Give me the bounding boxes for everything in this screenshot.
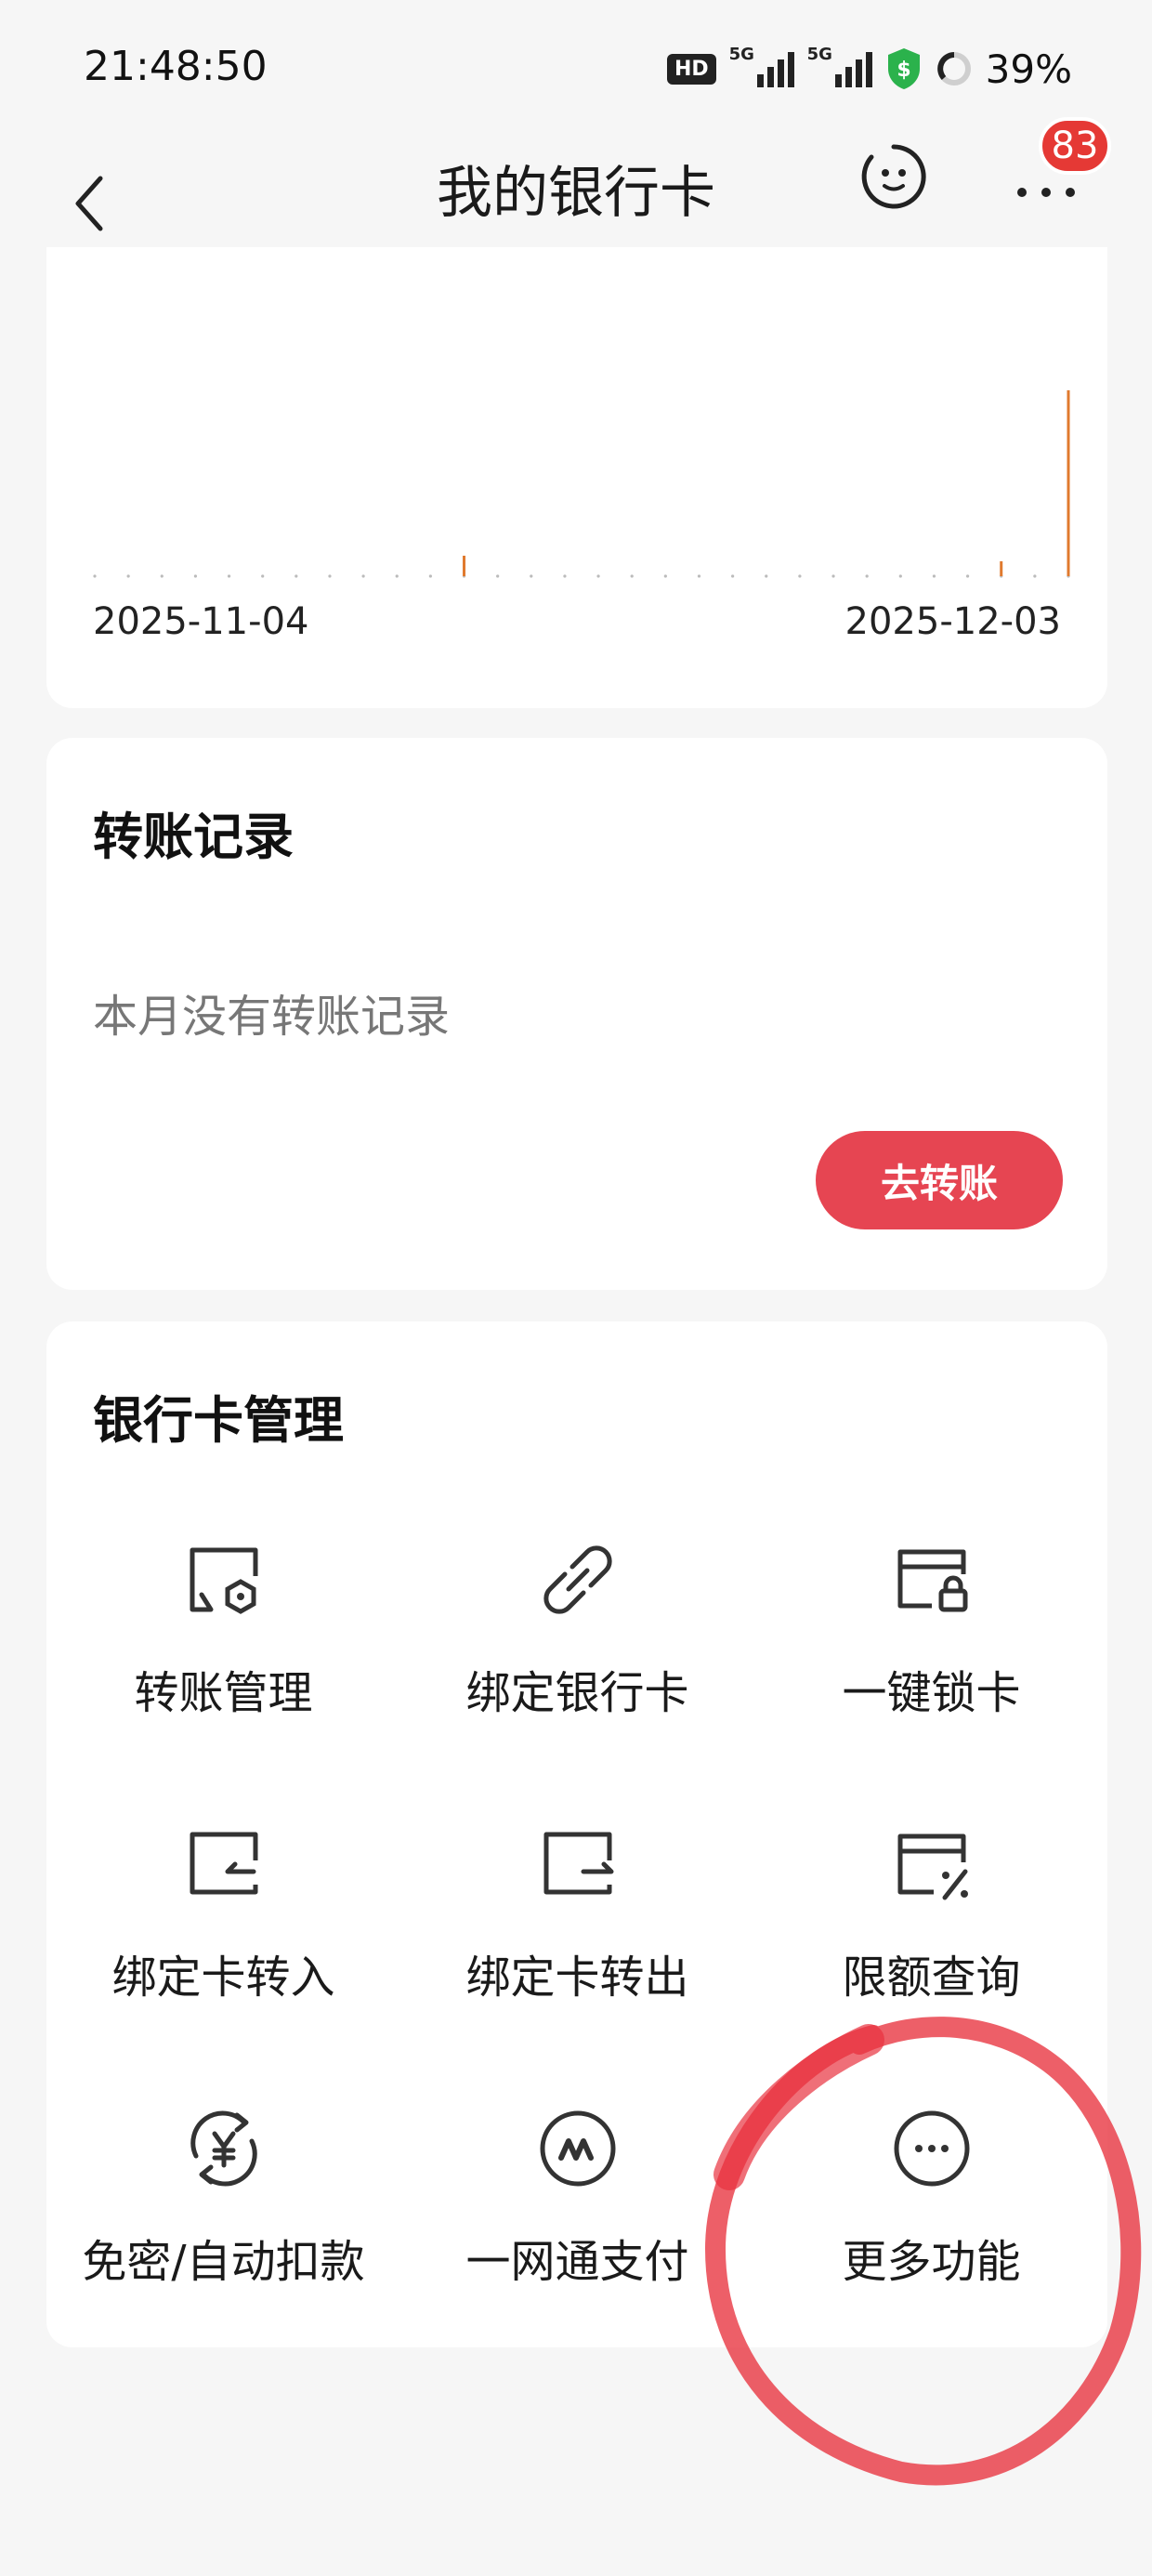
chart-baseline-dot bbox=[428, 574, 432, 578]
grid-label: 限额查询 bbox=[842, 1952, 1021, 2004]
signal-5g-secondary-icon: 5G bbox=[807, 45, 872, 87]
svg-text:$: $ bbox=[897, 59, 910, 82]
grid-label: 更多功能 bbox=[842, 2236, 1021, 2288]
chart-baseline-dot bbox=[93, 574, 97, 578]
go-transfer-button[interactable]: 去转账 bbox=[816, 1131, 1063, 1229]
chart-baseline-dot bbox=[295, 574, 298, 578]
status-time: 21:48:50 bbox=[84, 43, 268, 90]
battery-icon bbox=[936, 52, 971, 85]
chart-end-date: 2025-12-03 bbox=[844, 600, 1061, 643]
chart-baseline-dot bbox=[663, 574, 667, 578]
card-transfer-out-icon bbox=[543, 1832, 613, 1895]
chart-baseline-dot bbox=[530, 574, 533, 578]
chart-bar bbox=[463, 556, 466, 576]
chart-baseline-dot bbox=[697, 574, 701, 578]
grid-label: 绑定银行卡 bbox=[465, 1667, 689, 1719]
grid-item-more-functions[interactable]: 更多功能 bbox=[754, 2067, 1108, 2299]
card-lock-icon bbox=[897, 1549, 967, 1612]
grid-label: 一网通支付 bbox=[465, 2236, 689, 2288]
transfer-empty-text: 本月没有转账记录 bbox=[93, 991, 451, 1043]
yuan-refresh-icon bbox=[190, 2110, 257, 2187]
chart-baseline-dot bbox=[395, 574, 399, 578]
management-title: 银行卡管理 bbox=[93, 1391, 344, 1450]
chart-baseline-dot bbox=[965, 574, 970, 578]
chart-baseline-dot bbox=[328, 574, 332, 578]
spending-chart-card: 2025-11-04 2025-12-03 bbox=[46, 247, 1107, 708]
transfer-record-title: 转账记录 bbox=[93, 808, 294, 866]
chart-baseline-dot bbox=[126, 574, 130, 578]
status-bar: 21:48:50 HD 5G 5G $ 39% bbox=[0, 0, 1152, 139]
grid-label: 绑定卡转出 bbox=[465, 1952, 689, 2004]
grid-item-transfer-management[interactable]: 转账管理 bbox=[46, 1498, 400, 1730]
chart-bar bbox=[1000, 561, 1003, 576]
chart-baseline-dot bbox=[596, 574, 600, 578]
page-title: 我的银行卡 bbox=[437, 161, 715, 226]
more-dots-icon bbox=[894, 2110, 969, 2187]
grid-item-lock-card[interactable]: 一键锁卡 bbox=[754, 1498, 1108, 1730]
chart-baseline-dot bbox=[563, 574, 567, 578]
chart-baseline-dot bbox=[193, 574, 198, 578]
signal-5g-icon: 5G bbox=[729, 45, 794, 87]
link-icon bbox=[543, 1545, 612, 1614]
chart-baseline-dot bbox=[261, 574, 265, 578]
chart-baseline-dot bbox=[765, 574, 768, 578]
chart-baseline-dot bbox=[731, 574, 735, 578]
chart-baseline-dot bbox=[798, 574, 802, 578]
hd-icon: HD bbox=[666, 53, 716, 85]
grid-label: 免密/自动扣款 bbox=[82, 2236, 365, 2288]
chart-baseline-dot bbox=[496, 574, 500, 578]
grid-item-bound-card-in[interactable]: 绑定卡转入 bbox=[46, 1782, 400, 2015]
chart-baseline-dot bbox=[865, 574, 869, 578]
chart-baseline-dot bbox=[898, 574, 902, 578]
assistant-face-icon[interactable] bbox=[858, 141, 929, 212]
chart-start-date: 2025-11-04 bbox=[93, 600, 309, 643]
grid-label: 转账管理 bbox=[134, 1667, 313, 1719]
bank-card-management-card: 银行卡管理 转账管理 绑定银行卡 一键锁卡 绑定卡转入 绑定卡转出 限额查询 免… bbox=[46, 1321, 1107, 2347]
grid-label: 绑定卡转入 bbox=[111, 1952, 335, 2004]
security-shield-icon: $ bbox=[887, 48, 920, 89]
grid-item-bind-card[interactable]: 绑定银行卡 bbox=[400, 1498, 754, 1730]
chart-baseline-dot bbox=[932, 574, 936, 578]
grid-item-limit-query[interactable]: 限额查询 bbox=[754, 1782, 1108, 2015]
netpay-icon bbox=[540, 2110, 615, 2187]
grid-item-bound-card-out[interactable]: 绑定卡转出 bbox=[400, 1782, 754, 2015]
card-transfer-in-icon bbox=[190, 1832, 257, 1895]
chart-baseline-dot bbox=[227, 574, 231, 578]
chart-baseline-dot bbox=[1033, 574, 1037, 578]
card-percent-icon bbox=[897, 1833, 968, 1900]
chart-baseline-dot bbox=[361, 574, 365, 578]
notification-badge: 83 bbox=[1039, 117, 1111, 175]
nav-bar: 我的银行卡 bbox=[0, 139, 1152, 247]
status-icons: HD 5G 5G $ 39% bbox=[666, 41, 1072, 97]
grid-item-auto-debit[interactable]: 免密/自动扣款 bbox=[46, 2067, 400, 2299]
chart-baseline-dot bbox=[160, 574, 164, 578]
card-settings-icon bbox=[190, 1547, 257, 1614]
battery-percent: 39% bbox=[985, 46, 1072, 92]
chart-bar bbox=[1067, 390, 1070, 576]
grid-item-netpay[interactable]: 一网通支付 bbox=[400, 2067, 754, 2299]
chart-baseline-dot bbox=[831, 574, 835, 578]
transfer-record-card: 转账记录 本月没有转账记录 去转账 bbox=[46, 738, 1107, 1290]
grid-label: 一键锁卡 bbox=[842, 1667, 1021, 1719]
chart-baseline-dot bbox=[630, 574, 634, 578]
